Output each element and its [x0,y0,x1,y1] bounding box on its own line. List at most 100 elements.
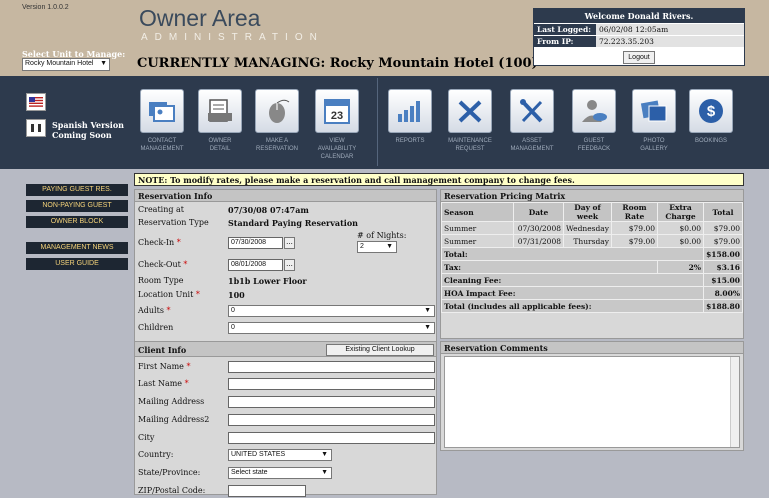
col-header: Room Rate [611,202,658,222]
grand-total-label: Total (includes all applicable fees): [441,299,704,313]
existing-client-lookup-button[interactable]: Existing Client Lookup [326,344,434,356]
cleaning-label: Cleaning Fee: [441,273,704,287]
dollar-icon: $ [689,89,733,133]
spanish-flag-icon[interactable] [26,119,46,137]
cell: Thursday [563,234,612,248]
bar-chart-icon [388,89,432,133]
menu-management-news[interactable]: MANAGEMENT NEWS [26,242,128,254]
children-select[interactable]: 0 ▼ [228,322,435,334]
menu-owner-block[interactable]: OWNER BLOCK [26,216,128,228]
state-select[interactable]: Select state ▼ [228,467,332,479]
nav-contact-management[interactable]: CONTACT MANAGEMENT [130,89,194,153]
adults-label: Adults [138,306,164,315]
logo-title: Owner Area [139,5,261,31]
tax-percent: 2% [657,260,704,274]
nav-reports[interactable]: REPORTS [378,89,442,145]
tax-label: Tax: [441,260,658,274]
nav-label: BOOKINGS [694,138,727,144]
chevron-down-icon: ▼ [321,451,328,458]
nav-label: RESERVATION [255,146,298,152]
spanish-version-text: Spanish Version [52,120,124,130]
nav-label: ASSET [522,138,542,144]
nights-select[interactable]: 2 ▼ [357,241,397,253]
cell: $79.00 [703,234,743,248]
nav-guest-feedback[interactable]: GUEST FEEDBACK [562,89,626,153]
pricing-matrix: Reservation Pricing Matrix Season Date D… [440,189,744,339]
state-label: State/Province: [138,468,201,477]
comments-textarea[interactable] [444,356,740,448]
nav-label: CONTACT [147,138,177,144]
menu-user-guide[interactable]: USER GUIDE [26,258,128,270]
client-info-header: Client Info Existing Client Lookup [135,341,436,357]
mailing-address2-input[interactable] [228,414,435,426]
first-name-input[interactable] [228,361,435,373]
nights-value: 2 [360,243,364,250]
hoa-value: 8.00% [703,286,743,300]
nav-label: GUEST [583,138,605,144]
nav-label: FEEDBACK [577,146,611,152]
children-label: Children [138,323,174,332]
menu-non-paying-guest[interactable]: NON-PAYING GUEST [26,200,128,212]
cell: 07/30/2008 [513,221,564,235]
nav-label: PHOTO [643,138,665,144]
nav-make-reservation[interactable]: MAKE A RESERVATION [245,89,309,153]
contact-card-icon [140,89,184,133]
unit-select[interactable]: Rocky Mountain Hotel ▼ [22,58,110,71]
col-header: Day of week [563,202,612,222]
nav-bookings[interactable]: $ BOOKINGS [679,89,743,145]
nav-availability-calendar[interactable]: 23 VIEW AVAILABILITY CALENDAR [305,89,369,161]
svg-text:$: $ [707,103,716,120]
city-input[interactable] [228,432,435,444]
col-header: Date [513,202,564,222]
nav-maintenance-request[interactable]: MAINTENANCE REQUEST [438,89,502,153]
room-type-label: Room Type [138,276,184,285]
nav-label: DETAIL [209,146,231,152]
pricing-table: Season Date Day of week Room Rate Extra … [441,202,743,313]
tax-value: $3.16 [703,260,743,274]
comments-scrollbar[interactable] [730,357,739,447]
logout-button[interactable]: Logout [623,51,655,64]
reservation-info-title: Reservation Info [135,190,436,202]
coming-soon-text: Coming Soon [52,130,112,140]
flag-icon[interactable] [26,93,46,111]
checkin-input[interactable]: 07/30/2008 [228,237,283,249]
nav-label: MAKE A [265,138,289,144]
spanish-version-label: Spanish Version Coming Soon [52,120,124,140]
currently-managing-title: CURRENTLY MANAGING: Rocky Mountain Hotel… [137,56,538,71]
mailing-address-input[interactable] [228,396,435,408]
hoa-row: HOA Impact Fee: 8.00% [441,286,743,300]
children-value: 0 [231,324,235,331]
menu-paying-guest[interactable]: PAYING GUEST RES. [26,184,128,196]
calendar-day-number: 23 [331,110,343,122]
checkout-input[interactable]: 08/01/2008 [228,259,283,271]
cell: $79.00 [703,221,743,235]
nav-owner-detail[interactable]: OWNER DETAIL [188,89,252,153]
nav-asset-management[interactable]: ASSET MANAGEMENT [500,89,564,153]
room-type-value: 1b1b Lower Floor [228,276,307,286]
from-ip-value: 72.223.35.203 [596,36,744,47]
wrench-icon [510,89,554,133]
col-header: Total [703,202,743,222]
nav-photo-gallery[interactable]: PHOTO GALLERY [622,89,686,153]
cleaning-row: Cleaning Fee: $15.00 [441,273,743,287]
checkin-label: Check-In [138,238,175,247]
reservation-comments-title: Reservation Comments [441,342,743,354]
country-label: Country: [138,450,174,459]
nav-label: VIEW [329,138,345,144]
checkin-picker-button[interactable]: ... [284,237,295,249]
last-name-label: Last Name [138,379,183,388]
total-label: Total: [441,247,704,261]
nav-label: MAINTENANCE [448,138,492,144]
tools-icon [448,89,492,133]
zip-input[interactable] [228,485,306,497]
checkout-picker-button[interactable]: ... [284,259,295,271]
nav-label: AVAILABILITY [317,146,357,152]
hoa-label: HOA Impact Fee: [441,286,704,300]
last-name-input[interactable] [228,378,435,390]
country-select[interactable]: UNITED STATES ▼ [228,449,332,461]
cell: 07/31/2008 [513,234,564,248]
required-mark: * [166,306,171,315]
adults-select[interactable]: 0 ▼ [228,305,435,317]
welcome-text: Welcome Donald Rivers. [534,9,744,23]
nav-label: REPORTS [395,138,425,144]
